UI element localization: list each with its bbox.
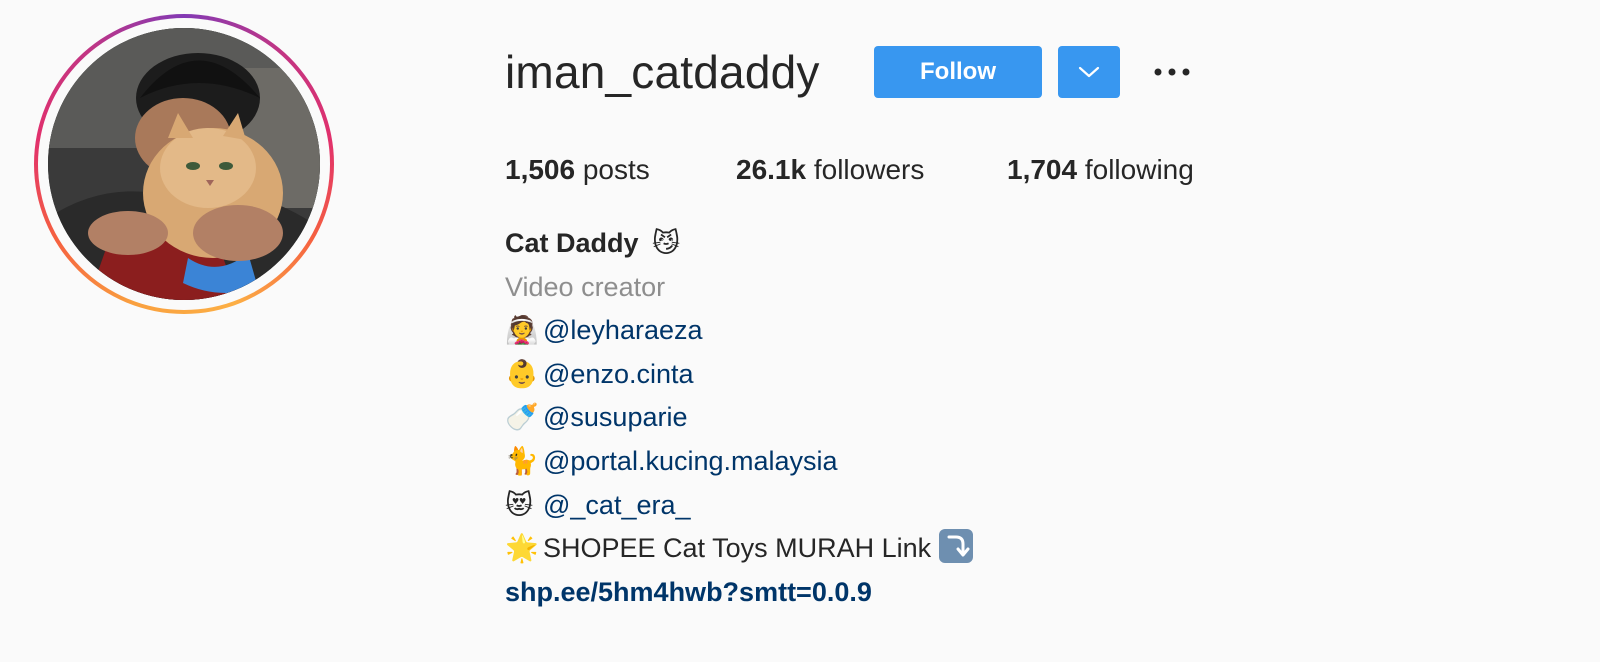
bio-line: 🌟 SHOPEE Cat Toys MURAH Link [505, 527, 974, 571]
followers-stat[interactable]: 26.1k followers [736, 150, 924, 190]
bio-line: 🐈 @portal.kucing.malaysia [505, 440, 973, 484]
following-stat[interactable]: 1,704 following [1007, 150, 1194, 190]
posts-label: posts [575, 154, 650, 185]
external-link-line: shp.ee/5hm4hwb?smtt=0.0.9 [505, 571, 973, 615]
mention-link[interactable]: @portal.kucing.malaysia [543, 446, 838, 476]
avatar-photo-icon [48, 28, 320, 300]
profile-bio: Cat Daddy 😼 Video creator 👰 @leyharaeza 👶… [505, 222, 974, 615]
full-name: Cat Daddy [505, 228, 639, 258]
bio-line: 👰 @leyharaeza [505, 309, 973, 353]
posts-stat: 1,506 posts [505, 150, 650, 190]
suggested-dropdown-button[interactable] [1058, 46, 1120, 98]
bio-line: 👶 @enzo.cinta [505, 353, 973, 397]
chevron-down-icon [1078, 66, 1100, 78]
external-link[interactable]: shp.ee/5hm4hwb?smtt=0.0.9 [505, 577, 872, 607]
baby-icon: 👶 [505, 358, 539, 390]
mention-link[interactable]: @susuparie [543, 402, 687, 432]
following-count: 1,704 [1007, 154, 1078, 185]
profile-username: iman_catdaddy [505, 46, 820, 98]
follow-button[interactable]: Follow [874, 46, 1042, 98]
following-label: following [1077, 154, 1194, 185]
mention-link[interactable]: @enzo.cinta [543, 359, 694, 389]
arrow-down-right-icon [939, 529, 974, 564]
avatar[interactable] [48, 28, 320, 300]
smirk-cat-icon: 😼 [652, 228, 681, 259]
bio-line: 😻 @_cat_era_ [505, 484, 973, 528]
bride-icon: 👰 [505, 315, 539, 347]
posts-count: 1,506 [505, 154, 576, 185]
avatar-story-ring[interactable] [34, 14, 334, 314]
followers-label: followers [806, 154, 925, 185]
more-options-icon [1154, 68, 1190, 76]
cat-icon: 🐈 [505, 445, 539, 477]
more-options-button[interactable] [1150, 56, 1194, 88]
glowing-star-icon: 🌟 [505, 533, 539, 565]
full-name-line: Cat Daddy 😼 [505, 222, 973, 266]
baby-bottle-icon: 🍼 [505, 402, 539, 434]
profile-category: Video creator [505, 271, 666, 302]
followers-count: 26.1k [736, 154, 807, 185]
bio-line: 🍼 @susuparie [505, 396, 973, 440]
mention-link[interactable]: @leyharaeza [543, 315, 703, 345]
heart-eyes-cat-icon: 😻 [505, 489, 534, 521]
mention-link[interactable]: @_cat_era_ [543, 490, 691, 520]
bio-text: SHOPEE Cat Toys MURAH Link [543, 533, 932, 564]
